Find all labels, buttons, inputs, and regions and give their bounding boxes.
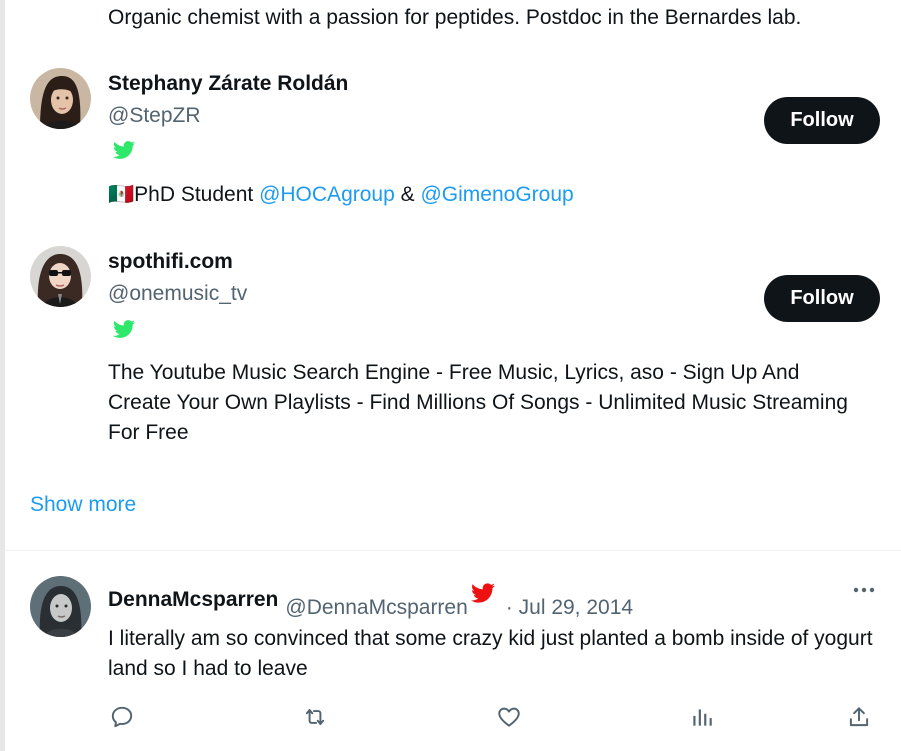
user-cell-onemusic[interactable]: spothifi.com @onemusic_tv The Youtube Mu…: [30, 246, 890, 451]
share-icon[interactable]: [846, 704, 872, 730]
retweet-icon[interactable]: [302, 704, 328, 730]
user-bio: 🇲🇽PhD Student @HOCAgroup & @GimenoGroup: [108, 183, 574, 206]
avatar[interactable]: [30, 246, 91, 307]
mexico-flag-icon: 🇲🇽: [108, 183, 135, 206]
user-handle[interactable]: @onemusic_tv: [108, 280, 247, 308]
reply-icon[interactable]: [109, 704, 135, 730]
show-more-link[interactable]: Show more: [30, 490, 136, 520]
user-bio: The Youtube Music Search Engine - Free M…: [108, 361, 848, 444]
user-name[interactable]: spothifi.com: [108, 248, 233, 276]
tweet-text: I literally am so convinced that some cr…: [108, 627, 873, 680]
separator-dot: · Jul 29, 2014: [505, 596, 634, 619]
follow-button[interactable]: Follow: [764, 275, 880, 322]
twitter-bird-badge-icon: [470, 583, 495, 603]
user-handle[interactable]: @StepZR: [108, 102, 201, 130]
twitter-bird-badge-icon: [113, 320, 135, 338]
previous-user-bio: Organic chemist with a passion for pepti…: [108, 6, 802, 29]
timeline-left-border: [0, 0, 5, 751]
mention-link-gimenogroup[interactable]: @GimenoGroup: [420, 183, 573, 206]
follow-button[interactable]: Follow: [764, 97, 880, 144]
tweet-author-name[interactable]: DennaMcsparren: [108, 586, 278, 614]
avatar[interactable]: [30, 576, 91, 637]
mention-link-hocagroup[interactable]: @HOCAgroup: [259, 183, 395, 206]
like-icon[interactable]: [496, 704, 522, 730]
tweet-header: DennaMcsparren @DennaMcsparren · Jul 29,…: [108, 583, 633, 619]
tweet-date[interactable]: Jul 29, 2014: [519, 596, 633, 619]
views-icon[interactable]: [689, 704, 715, 730]
avatar[interactable]: [30, 68, 91, 129]
user-name[interactable]: Stephany Zárate Roldán: [108, 70, 348, 98]
tweet-author-handle[interactable]: @DennaMcsparren: [285, 594, 467, 622]
twitter-bird-badge-icon: [113, 141, 135, 159]
section-divider: [5, 550, 901, 551]
more-options-icon[interactable]: [851, 580, 877, 600]
user-cell-stepzr[interactable]: Stephany Zárate Roldán @StepZR 🇲🇽PhD Stu…: [30, 68, 890, 208]
